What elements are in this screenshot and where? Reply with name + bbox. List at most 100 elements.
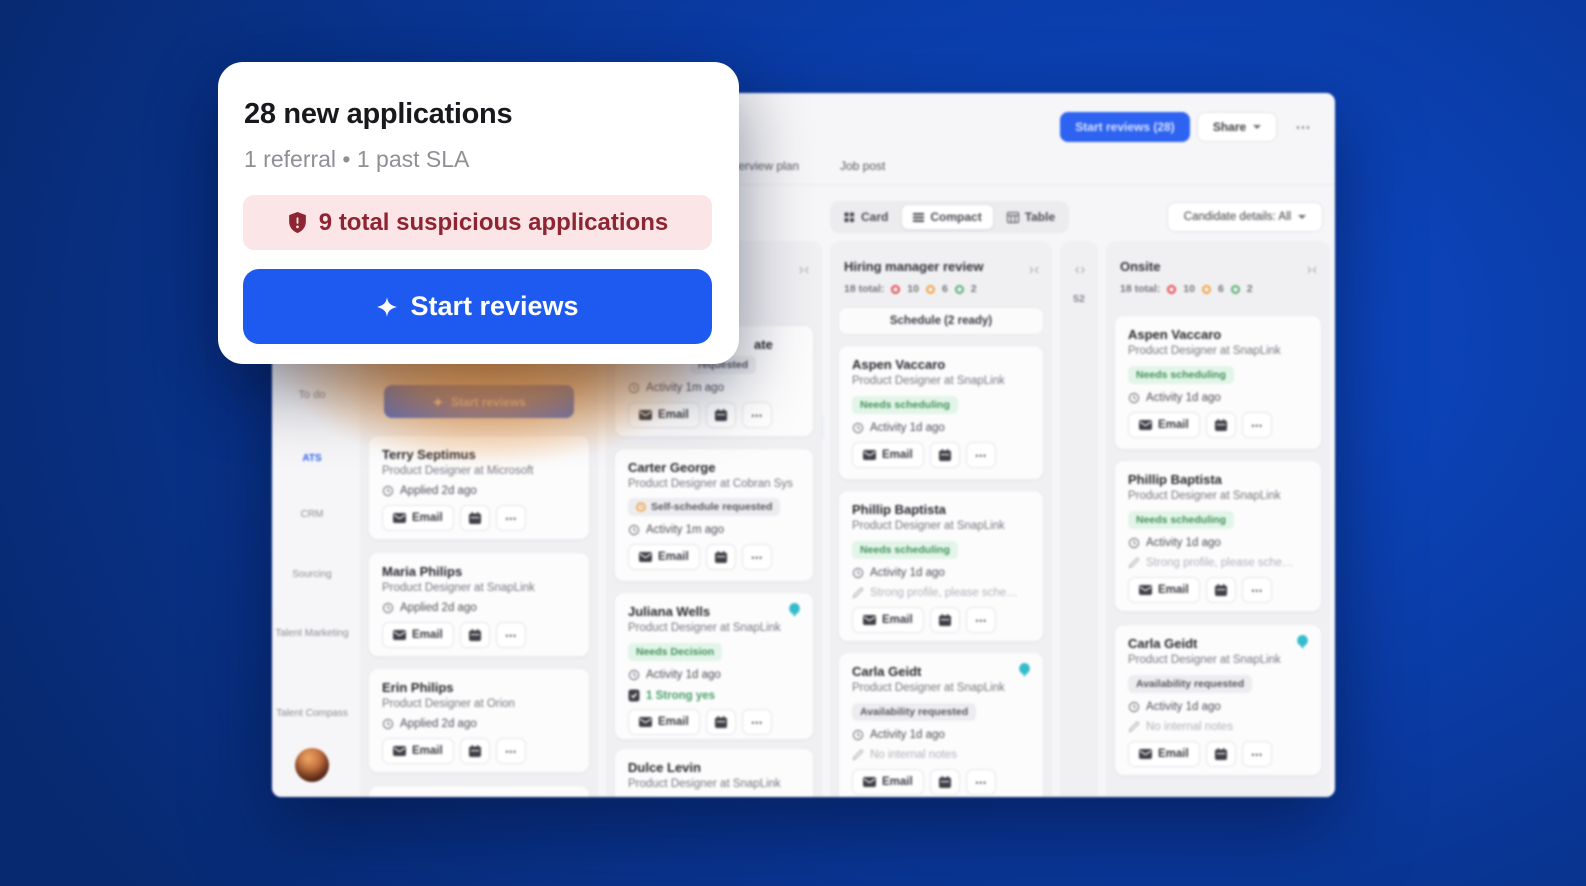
email-button-label: Email [882,776,913,788]
view-card-button[interactable]: Card [833,204,899,230]
email-button[interactable]: Email [628,402,700,428]
calendar-button[interactable] [1205,412,1236,438]
candidate-activity: Activity 1d ago [1146,537,1221,549]
email-button[interactable]: Email [852,769,924,795]
calendar-button[interactable] [459,622,490,648]
tab-interview-plan[interactable]: terview plan [735,159,799,173]
column-collapsed[interactable]: 52 [1060,241,1098,797]
email-button[interactable]: Email [852,607,924,633]
email-button[interactable]: Email [1128,577,1200,603]
shield-exclamation-icon [287,211,308,234]
candidate-role: Product Designer at Cobran Sys [628,478,793,490]
more-button-label: ⋯ [1250,420,1263,432]
candidate-card-partial[interactable] [368,785,590,797]
candidate-details-filter[interactable]: Candidate details: All [1167,202,1323,232]
calendar-button[interactable] [1205,741,1236,767]
more-button[interactable]: ⋯ [1241,741,1272,767]
candidate-activity: Activity 1d ago [870,729,945,741]
clock-icon [1128,392,1140,404]
red-count: 10 [907,283,919,295]
start-reviews-cta-button[interactable]: Start reviews [243,269,712,344]
email-button[interactable]: Email [382,622,454,648]
candidate-activity: Activity 1m ago [646,524,724,536]
sidebar-label-talent-compass: Talent Compass [276,708,348,719]
collapse-column-icon[interactable] [1306,261,1318,279]
tab-job-post[interactable]: Job post [840,159,885,173]
status-badge: Availability requested [1128,675,1253,693]
calendar-button[interactable] [705,402,736,428]
calendar-button[interactable] [929,607,960,633]
more-button[interactable]: ⋯ [965,442,996,468]
candidate-card[interactable]: Phillip Baptista Product Designer at Sna… [1114,460,1322,612]
more-button-label: ⋯ [974,450,987,462]
clock-icon [628,382,640,394]
calendar-button[interactable] [705,709,736,735]
header-more-label: ⋯ [1295,119,1311,136]
candidate-card[interactable]: Maria Philips Product Designer at SnapLi… [368,552,590,657]
email-button[interactable]: Email [382,505,454,531]
calendar-button[interactable] [1205,577,1236,603]
envelope-icon [1139,585,1152,595]
header-more-button[interactable]: ⋯ [1288,112,1318,142]
more-button-label: ⋯ [974,777,987,789]
more-button[interactable]: ⋯ [741,544,772,570]
calendar-button[interactable] [459,738,490,764]
collapse-column-icon[interactable] [1028,261,1040,279]
envelope-icon [1139,420,1152,430]
email-button[interactable]: Email [1128,741,1200,767]
view-switcher: Card Compact Table [830,201,1070,233]
email-button[interactable]: Email [1128,412,1200,438]
share-button[interactable]: Share [1197,112,1277,142]
candidate-card[interactable]: Carter George Product Designer at Cobran… [614,448,814,582]
collapse-column-icon[interactable] [798,261,810,279]
calendar-button[interactable] [929,442,960,468]
calendar-icon [468,629,481,641]
envelope-icon [863,450,876,460]
email-button[interactable]: Email [628,709,700,735]
candidate-card[interactable]: Terry Septimus Product Designer at Micro… [368,435,590,540]
start-reviews-header-button[interactable]: Start reviews (28) [1060,112,1190,142]
more-button[interactable]: ⋯ [495,622,526,648]
table-icon [1006,211,1019,223]
schedule-ready-button[interactable]: Schedule (2 ready) [838,307,1044,335]
candidate-card[interactable]: Carla Geidt Product Designer at SnapLink… [1114,624,1322,776]
more-button[interactable]: ⋯ [741,402,772,428]
calendar-button[interactable] [705,544,736,570]
status-badge: Needs scheduling [1128,511,1234,529]
candidate-card-partial[interactable]: Dulce Levin Product Designer at SnapLink [614,748,814,797]
more-button[interactable]: ⋯ [965,769,996,795]
more-button[interactable]: ⋯ [965,607,996,633]
candidate-role: Product Designer at Orion [382,698,515,710]
more-button[interactable]: ⋯ [1241,412,1272,438]
view-table-button[interactable]: Table [996,204,1066,230]
calendar-button[interactable] [459,505,490,531]
email-button-label: Email [1158,419,1189,431]
orange-count-dot [1201,284,1211,294]
more-button[interactable]: ⋯ [495,738,526,764]
grid-icon [844,212,855,223]
status-badge: Needs scheduling [1128,366,1234,384]
calendar-icon [714,551,727,563]
candidate-card[interactable]: Carla Geidt Product Designer at SnapLink… [838,652,1044,797]
balloon-icon [1296,635,1309,656]
expand-column-icon[interactable] [1074,261,1086,279]
email-button[interactable]: Email [382,738,454,764]
self-schedule-clock-icon [636,502,646,512]
candidate-note: 1 Strong yes [646,689,716,702]
candidate-card[interactable]: Aspen Vaccaro Product Designer at SnapLi… [838,345,1044,480]
email-button[interactable]: Email [628,544,700,570]
candidate-card[interactable]: Erin Philips Product Designer at Orion A… [368,668,590,773]
start-reviews-column-button[interactable]: Start reviews [384,385,574,418]
calendar-button[interactable] [929,769,960,795]
user-avatar[interactable] [295,748,329,782]
view-compact-button[interactable]: Compact [901,204,994,230]
candidate-card[interactable]: Phillip Baptista Product Designer at Sna… [838,490,1044,642]
candidate-card[interactable]: Juliana Wells Product Designer at SnapLi… [614,592,814,740]
candidate-card[interactable]: Aspen Vaccaro Product Designer at SnapLi… [1114,315,1322,450]
more-button[interactable]: ⋯ [1241,577,1272,603]
chevron-down-icon [1253,125,1262,129]
email-button[interactable]: Email [852,442,924,468]
candidate-role: Product Designer at SnapLink [1128,654,1281,666]
more-button[interactable]: ⋯ [495,505,526,531]
more-button[interactable]: ⋯ [741,709,772,735]
